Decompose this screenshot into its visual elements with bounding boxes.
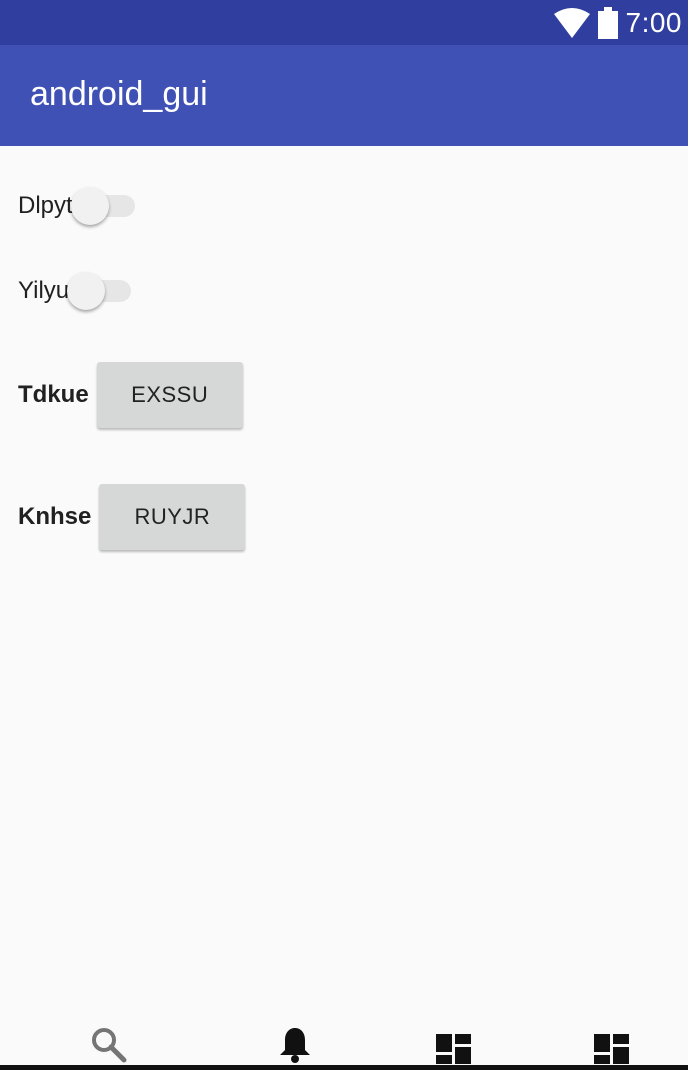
- wifi-icon: [553, 7, 590, 38]
- nav-search[interactable]: [88, 1024, 128, 1064]
- row-tdkue: Tdkue EXSSU: [18, 362, 243, 428]
- yilyu-switch[interactable]: [67, 271, 135, 311]
- bottom-navigation: [0, 1016, 688, 1070]
- switch-thumb: [70, 187, 109, 225]
- row-dlpyt: Dlpyt: [18, 186, 139, 226]
- nav-dashboard-2[interactable]: [592, 1024, 632, 1064]
- app-title: android_gui: [30, 75, 208, 113]
- dashboard-icon: [436, 1034, 471, 1064]
- button-label-text: Tdkue: [18, 381, 89, 408]
- dlpyt-switch[interactable]: [70, 186, 139, 226]
- status-icons: 7:00: [553, 0, 683, 45]
- switch-label: Yilyu: [18, 277, 70, 304]
- button-label-text: Knhse: [18, 503, 92, 530]
- switch-thumb: [67, 272, 106, 310]
- bell-icon: [280, 1028, 310, 1063]
- nav-notifications[interactable]: [275, 1024, 315, 1064]
- search-icon: [92, 1028, 127, 1063]
- status-time: 7:00: [625, 6, 682, 38]
- row-yilyu: Yilyu: [18, 271, 135, 311]
- status-bar: 7:00: [0, 0, 688, 45]
- dashboard-icon: [594, 1034, 629, 1064]
- nav-divider: [0, 1065, 688, 1070]
- battery-icon: [597, 6, 618, 39]
- row-knhse: Knhse RUYJR: [18, 484, 246, 550]
- exssu-button[interactable]: EXSSU: [96, 362, 243, 428]
- nav-dashboard[interactable]: [434, 1024, 474, 1064]
- content-area: Dlpyt Yilyu Tdkue EXSSU Knhse RUYJR: [0, 146, 688, 1016]
- ruyjr-button[interactable]: RUYJR: [99, 484, 246, 550]
- app-bar: android_gui: [0, 45, 688, 146]
- switch-label: Dlpyt: [18, 192, 73, 219]
